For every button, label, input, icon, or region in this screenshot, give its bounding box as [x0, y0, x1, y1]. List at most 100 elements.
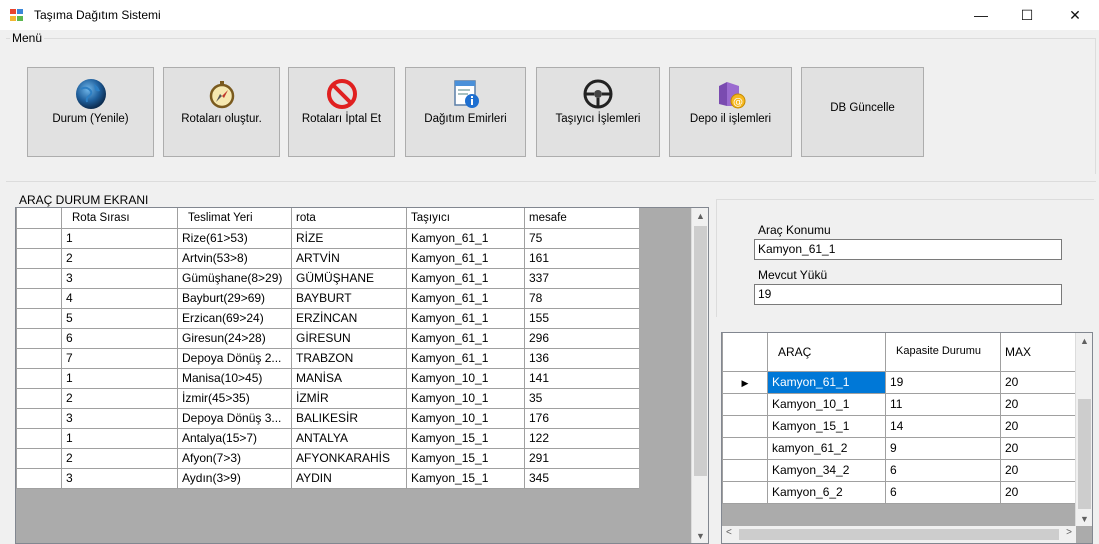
- table-cell[interactable]: 35: [524, 387, 642, 409]
- table-cell[interactable]: Kamyon_15_1: [767, 414, 886, 438]
- table-cell[interactable]: 6: [885, 458, 1001, 482]
- table-cell[interactable]: 5: [61, 307, 178, 329]
- table-row[interactable]: 7 Depoya Dönüş 2... TRABZON Kamyon_61_1 136: [16, 347, 642, 369]
- row-header-cell[interactable]: [722, 480, 768, 504]
- row-header-cell[interactable]: [16, 247, 62, 269]
- table-cell[interactable]: 9: [885, 436, 1001, 460]
- scroll-down-arrow-icon[interactable]: ▼: [692, 531, 708, 541]
- column-header[interactable]: Kapasite Durumu: [885, 333, 1001, 372]
- scroll-up-arrow-icon[interactable]: ▲: [1076, 336, 1092, 346]
- table-cell[interactable]: ERZİNCAN: [291, 307, 407, 329]
- column-header[interactable]: rota: [291, 208, 407, 229]
- table-row[interactable]: 5 Erzican(69>24) ERZİNCAN Kamyon_61_1 155: [16, 307, 642, 329]
- vehicle-location-field[interactable]: Kamyon_61_1: [754, 239, 1062, 260]
- table-cell[interactable]: 1: [61, 367, 178, 389]
- row-header-cell[interactable]: [16, 407, 62, 429]
- table-cell[interactable]: 296: [524, 327, 642, 349]
- table-row[interactable]: 2 İzmir(45>35) İZMİR Kamyon_10_1 35: [16, 387, 642, 409]
- table-cell[interactable]: 337: [524, 267, 642, 289]
- row-header-cell[interactable]: [16, 327, 62, 349]
- table-cell[interactable]: 136: [524, 347, 642, 369]
- table-cell[interactable]: Kamyon_15_1: [406, 467, 525, 489]
- table-cell[interactable]: 3: [61, 467, 178, 489]
- table-cell[interactable]: 141: [524, 367, 642, 389]
- db-update-button[interactable]: DB Güncelle: [801, 67, 924, 157]
- create-routes-button[interactable]: Rotaları oluştur.: [163, 67, 280, 157]
- scrollbar-thumb[interactable]: [739, 529, 1059, 540]
- capacity-grid[interactable]: ARAÇ Kapasite Durumu MAX ▶ Kamyon_61_1 19 2…: [721, 332, 1093, 544]
- table-cell[interactable]: 75: [524, 227, 642, 249]
- table-cell[interactable]: 176: [524, 407, 642, 429]
- table-row[interactable]: 1 Rize(61>53) RİZE Kamyon_61_1 75: [16, 227, 642, 249]
- close-button[interactable]: ✕: [1052, 0, 1098, 30]
- cancel-routes-button[interactable]: Rotaları İptal Et: [288, 67, 395, 157]
- table-cell[interactable]: GİRESUN: [291, 327, 407, 349]
- table-row[interactable]: 3 Depoya Dönüş 3... BALIKESİR Kamyon_10_1 17…: [16, 407, 642, 429]
- table-row[interactable]: ▶ Kamyon_61_1 19 20: [722, 370, 1081, 394]
- table-cell[interactable]: İzmir(45>35): [177, 387, 292, 409]
- row-header-cell[interactable]: [722, 458, 768, 482]
- table-cell[interactable]: 20: [1000, 458, 1081, 482]
- row-header-cell[interactable]: [16, 347, 62, 369]
- refresh-status-button[interactable]: Durum (Yenile): [27, 67, 154, 157]
- table-cell[interactable]: Giresun(24>28): [177, 327, 292, 349]
- table-cell[interactable]: 161: [524, 247, 642, 269]
- row-header-cell[interactable]: [16, 267, 62, 289]
- table-cell[interactable]: Bayburt(29>69): [177, 287, 292, 309]
- column-header[interactable]: Taşıyıcı: [406, 208, 525, 229]
- table-cell[interactable]: Kamyon_61_1: [406, 347, 525, 369]
- table-cell[interactable]: MANİSA: [291, 367, 407, 389]
- current-load-field[interactable]: 19: [754, 284, 1062, 305]
- table-cell[interactable]: Kamyon_61_1: [406, 227, 525, 249]
- table-row[interactable]: Kamyon_15_1 14 20: [722, 414, 1081, 438]
- table-cell[interactable]: İZMİR: [291, 387, 407, 409]
- table-cell[interactable]: Depoya Dönüş 2...: [177, 347, 292, 369]
- table-cell[interactable]: 4: [61, 287, 178, 309]
- table-row[interactable]: Kamyon_10_1 11 20: [722, 392, 1081, 416]
- table-row[interactable]: 1 Manisa(10>45) MANİSA Kamyon_10_1 141: [16, 367, 642, 389]
- table-row[interactable]: 2 Artvin(53>8) ARTVİN Kamyon_61_1 161: [16, 247, 642, 269]
- table-cell[interactable]: 20: [1000, 414, 1081, 438]
- table-cell[interactable]: 20: [1000, 480, 1081, 504]
- table-cell[interactable]: 1: [61, 227, 178, 249]
- table-row[interactable]: kamyon_61_2 9 20: [722, 436, 1081, 460]
- column-header[interactable]: Teslimat Yeri: [177, 208, 292, 229]
- row-header-cell[interactable]: [722, 414, 768, 438]
- table-cell[interactable]: ARTVİN: [291, 247, 407, 269]
- table-cell[interactable]: Kamyon_34_2: [767, 458, 886, 482]
- row-header-cell[interactable]: [16, 367, 62, 389]
- table-cell[interactable]: Manisa(10>45): [177, 367, 292, 389]
- capacity-horizontal-scrollbar[interactable]: < >: [722, 526, 1076, 543]
- table-cell[interactable]: Kamyon_10_1: [406, 407, 525, 429]
- table-cell[interactable]: Afyon(7>3): [177, 447, 292, 469]
- table-cell[interactable]: 19: [885, 370, 1001, 394]
- table-cell[interactable]: 3: [61, 407, 178, 429]
- table-cell[interactable]: Gümüşhane(8>29): [177, 267, 292, 289]
- table-cell[interactable]: Depoya Dönüş 3...: [177, 407, 292, 429]
- table-cell[interactable]: Kamyon_10_1: [767, 392, 886, 416]
- table-cell[interactable]: Kamyon_10_1: [406, 367, 525, 389]
- table-cell[interactable]: 11: [885, 392, 1001, 416]
- table-row[interactable]: 1 Antalya(15>7) ANTALYA Kamyon_15_1 122: [16, 427, 642, 449]
- table-row[interactable]: 6 Giresun(24>28) GİRESUN Kamyon_61_1 296: [16, 327, 642, 349]
- table-cell[interactable]: 6: [885, 480, 1001, 504]
- distribution-orders-button[interactable]: Dağıtım Emirleri: [405, 67, 526, 157]
- scrollbar-thumb[interactable]: [1078, 399, 1091, 509]
- table-row[interactable]: 4 Bayburt(29>69) BAYBURT Kamyon_61_1 78: [16, 287, 642, 309]
- table-cell[interactable]: 1: [61, 427, 178, 449]
- table-cell[interactable]: GÜMÜŞHANE: [291, 267, 407, 289]
- table-cell[interactable]: 7: [61, 347, 178, 369]
- table-cell[interactable]: Kamyon_61_1: [767, 370, 886, 394]
- table-cell[interactable]: TRABZON: [291, 347, 407, 369]
- row-header-cell[interactable]: [16, 287, 62, 309]
- row-header-cell[interactable]: [16, 307, 62, 329]
- table-cell[interactable]: RİZE: [291, 227, 407, 249]
- table-cell[interactable]: Kamyon_15_1: [406, 447, 525, 469]
- scroll-up-arrow-icon[interactable]: ▲: [692, 211, 708, 221]
- table-row[interactable]: 3 Gümüşhane(8>29) GÜMÜŞHANE Kamyon_61_1 337: [16, 267, 642, 289]
- table-cell[interactable]: BAYBURT: [291, 287, 407, 309]
- table-cell[interactable]: Kamyon_61_1: [406, 287, 525, 309]
- capacity-vertical-scrollbar[interactable]: ▲ ▼: [1075, 333, 1092, 526]
- column-header[interactable]: MAX: [1000, 333, 1081, 372]
- table-cell[interactable]: Erzican(69>24): [177, 307, 292, 329]
